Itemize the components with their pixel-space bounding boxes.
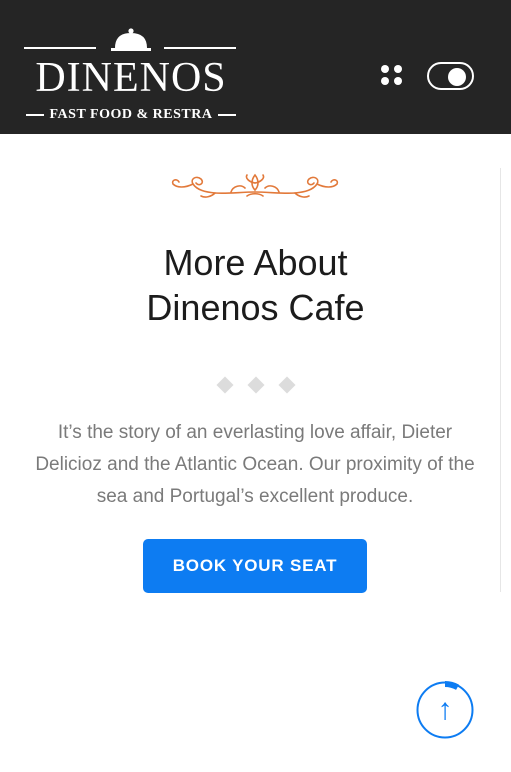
cloche-icon — [111, 28, 151, 51]
dot — [381, 77, 389, 85]
dot — [394, 77, 402, 85]
site-header: DINENOS FAST FOOD & RESTRA — [0, 0, 511, 134]
logo-title: DINENOS — [35, 55, 227, 101]
section-title: More About Dinenos Cafe — [0, 240, 511, 330]
vertical-divider — [500, 168, 501, 592]
diamond-icon — [247, 376, 265, 394]
arrow-up-icon: ↑ — [437, 693, 453, 726]
grid-dots-icon[interactable] — [381, 65, 403, 87]
toggle-knob — [448, 68, 466, 86]
logo-subtitle-rule-right — [218, 114, 237, 116]
logo[interactable]: DINENOS FAST FOOD & RESTRA — [24, 27, 238, 125]
logo-rule-left — [24, 47, 96, 49]
logo-subtitle-rule-left — [25, 114, 44, 116]
section-description: It’s the story of an everlasting love af… — [35, 422, 475, 507]
diamond-separator — [216, 376, 296, 394]
section-title-line-2: Dinenos Cafe — [146, 287, 365, 328]
theme-toggle[interactable] — [427, 62, 474, 90]
logo-rule-right — [164, 47, 236, 49]
section-title-line-1: More About — [163, 242, 348, 283]
book-your-seat-button[interactable]: BOOK YOUR SEAT — [143, 539, 367, 593]
diamond-icon — [216, 376, 234, 394]
dot — [394, 65, 402, 73]
logo-subtitle: FAST FOOD & RESTRA — [49, 107, 213, 122]
logo-subtitle-row: FAST FOOD & RESTRA — [24, 105, 238, 125]
scroll-to-top-button[interactable]: ↑ — [415, 680, 475, 740]
scroll-progress-arc — [444, 681, 459, 690]
diamond-icon — [278, 376, 296, 394]
dot — [381, 65, 389, 73]
flourish-ornament-icon — [171, 173, 339, 198]
